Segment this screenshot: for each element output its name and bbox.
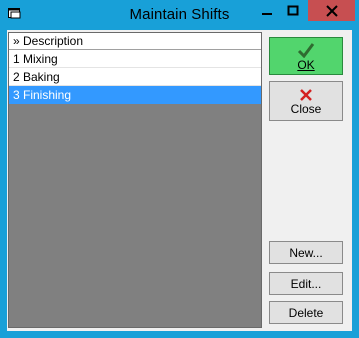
delete-button[interactable]: Delete [269,301,343,324]
list-header-description[interactable]: » Description [9,33,261,50]
shifts-list[interactable]: » Description 1 Mixing 2 Baking 3 Finish… [8,32,262,328]
edit-button[interactable]: Edit... [269,272,343,295]
window-title: Maintain Shifts [129,6,230,23]
ok-label: OK [297,58,315,72]
x-icon [300,89,312,101]
maintain-shifts-window: Maintain Shifts » Description 1 Mixing 2… [0,0,359,338]
close-label: Close [290,102,322,116]
close-button[interactable]: Close [269,81,343,121]
list-item[interactable]: 2 Baking [9,68,261,86]
checkmark-icon [297,43,315,58]
maximize-button[interactable] [281,0,305,21]
close-icon [325,4,338,17]
window-close-button[interactable] [308,0,355,21]
list-item-selected[interactable]: 3 Finishing [9,86,261,104]
title-bar[interactable]: Maintain Shifts [0,0,359,30]
minimize-button[interactable] [255,0,279,21]
minimize-icon [262,12,272,15]
dialog-body: » Description 1 Mixing 2 Baking 3 Finish… [7,30,352,331]
list-item[interactable]: 1 Mixing [9,50,261,68]
new-button[interactable]: New... [269,241,343,264]
maximize-icon [287,5,299,15]
ok-button[interactable]: OK [269,37,343,75]
